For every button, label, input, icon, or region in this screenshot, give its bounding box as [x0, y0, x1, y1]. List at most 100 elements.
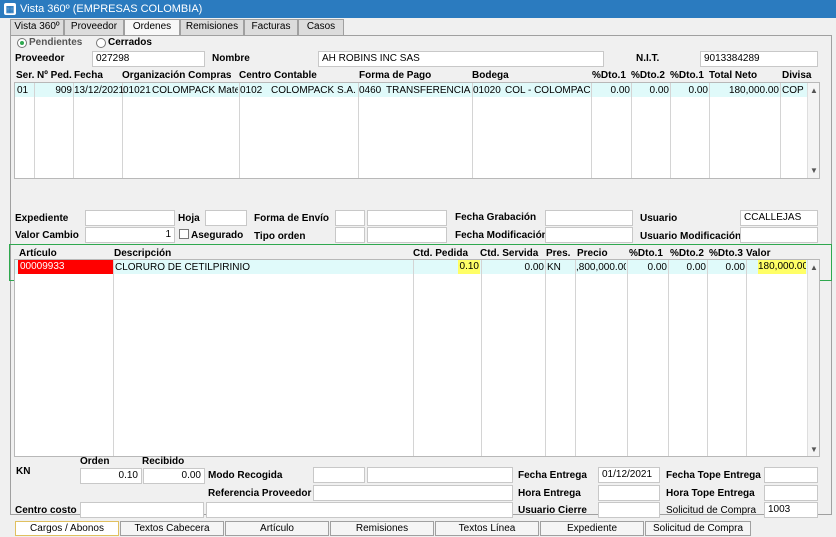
hora-entrega-label: Hora Entrega [518, 488, 581, 499]
order-cc-name: COLOMPACK S.A. (CC [271, 85, 357, 96]
hora-entrega-field[interactable] [598, 485, 660, 501]
usuario-label: Usuario [640, 213, 678, 224]
fecha-entrega-field[interactable]: 01/12/2021 [598, 467, 660, 483]
orders-scrollbar[interactable]: ▲ ▼ [807, 83, 819, 178]
line-descripcion: CLORURO DE CETILPIRINIO [115, 262, 251, 273]
nit-field[interactable]: 9013384289 [700, 51, 818, 67]
order-ped: 909 [55, 85, 72, 96]
tab-textos-linea[interactable]: Textos Línea [435, 521, 539, 536]
fecha-entrega-label: Fecha Entrega [518, 470, 587, 481]
usuario-field[interactable]: CCALLEJAS [740, 210, 818, 226]
proveedor-field[interactable]: 027298 [92, 51, 205, 67]
tab-vista360[interactable]: Vista 360º [10, 19, 64, 35]
col-articulo: Artículo [19, 248, 57, 259]
tab-solicitud-compra[interactable]: Solicitud de Compra [645, 521, 751, 536]
tab-ordenes[interactable]: Ordenes [124, 19, 180, 36]
centro-costo-name[interactable] [206, 502, 513, 518]
expediente-field[interactable] [85, 210, 175, 226]
valor-cambio-label: Valor Cambio [15, 230, 79, 241]
fecha-grabacion-label: Fecha Grabación [455, 212, 537, 223]
fecha-tope-field[interactable] [764, 467, 818, 483]
scroll-down-icon[interactable]: ▼ [808, 165, 819, 177]
usuario-cierre-label: Usuario Cierre [518, 505, 587, 516]
scroll-down-icon[interactable]: ▼ [808, 444, 819, 456]
col-dto1: %Dto.1 [592, 70, 626, 81]
col-org-compras: Organización Compras [122, 70, 232, 81]
col-dto2: %Dto.2 [631, 70, 665, 81]
col-line-dto2: %Dto.2 [670, 248, 704, 259]
line-ctd-pedida: 0.10 [458, 260, 480, 274]
nombre-field[interactable]: AH ROBINS INC SAS [318, 51, 604, 67]
valor-cambio-field[interactable]: 1 [85, 227, 175, 243]
forma-envio-label: Forma de Envío [254, 213, 330, 224]
col-valor: Valor [746, 248, 771, 259]
solicitud-compra-field[interactable]: 1003 [764, 502, 818, 518]
line-dto3: 0.00 [725, 262, 745, 273]
col-forma-pago: Forma de Pago [359, 70, 432, 81]
asegurado-checkbox[interactable] [179, 229, 189, 239]
tab-remisiones[interactable]: Remisiones [180, 19, 244, 35]
asegurado-label: Asegurado [191, 230, 244, 241]
tipo-orden-code[interactable] [335, 227, 365, 243]
fecha-grabacion-field[interactable] [545, 210, 633, 226]
modo-recogida-code[interactable] [313, 467, 365, 483]
centro-costo-code[interactable] [80, 502, 204, 518]
order-bod-code: 01020 [473, 85, 501, 96]
col-descripcion: Descripción [114, 248, 172, 259]
hora-tope-label: Hora Tope Entrega [666, 488, 755, 499]
orders-grid: 01 909 13/12/2021 01021 COLOMPACK Materi… [14, 82, 820, 179]
usuario-modificacion-label: Usuario Modificación [640, 231, 742, 242]
solicitud-compra-label: Solicitud de Compra [666, 505, 757, 516]
fecha-tope-label: Fecha Tope Entrega [666, 470, 761, 481]
order-fecha: 13/12/2021 [74, 85, 125, 96]
order-bod-name: COL - COLOMPACK [505, 85, 590, 96]
orden-field[interactable]: 0.10 [80, 468, 142, 484]
recibido-field[interactable]: 0.00 [143, 468, 205, 484]
col-pres: Pres. [546, 248, 571, 259]
usuario-cierre-field[interactable] [598, 502, 660, 518]
unit-label: KN [16, 466, 31, 477]
forma-envio-code[interactable] [335, 210, 365, 226]
scroll-up-icon[interactable]: ▲ [808, 262, 819, 274]
cerrados-label: Cerrados [108, 37, 152, 48]
tab-casos[interactable]: Casos [298, 19, 344, 35]
hoja-field[interactable] [205, 210, 247, 226]
line-valor: 180,000.00 [758, 260, 806, 274]
tab-expediente[interactable]: Expediente [540, 521, 644, 536]
tab-textos-cabecera[interactable]: Textos Cabecera [120, 521, 224, 536]
forma-envio-name[interactable] [367, 210, 447, 226]
order-ser: 01 [17, 85, 29, 96]
tipo-orden-name[interactable] [367, 227, 447, 243]
modo-recogida-name[interactable] [367, 467, 513, 483]
nit-label: N.I.T. [636, 53, 660, 64]
tab-proveedor[interactable]: Proveedor [64, 19, 124, 35]
order-divisa: COP [782, 85, 804, 96]
tab-facturas[interactable]: Facturas [244, 19, 298, 35]
referencia-proveedor-field[interactable] [313, 485, 513, 501]
order-org-name: COLOMPACK Materias [152, 85, 238, 96]
modo-recogida-label: Modo Recogida [208, 470, 283, 481]
tab-cargos-abonos[interactable]: Cargos / Abonos [15, 521, 119, 536]
col-dto3: %Dto.1 [670, 70, 704, 81]
fecha-modificacion-field[interactable] [545, 227, 633, 243]
scroll-up-icon[interactable]: ▲ [808, 85, 819, 97]
pendientes-label: Pendientes [29, 37, 83, 48]
col-centro-contable: Centro Contable [239, 70, 317, 81]
line-pres: KN [547, 262, 561, 273]
tab-remisiones-bottom[interactable]: Remisiones [330, 521, 434, 536]
usuario-modificacion-field[interactable] [740, 227, 818, 243]
tab-articulo[interactable]: Artículo [225, 521, 329, 536]
lines-scrollbar[interactable]: ▲ ▼ [807, 260, 819, 456]
centro-costo-label: Centro costo [15, 505, 77, 516]
referencia-proveedor-label: Referencia Proveedor [208, 488, 312, 499]
col-total-neto: Total Neto [709, 70, 758, 81]
orden-label: Orden [80, 456, 110, 467]
col-fecha: Fecha [74, 70, 103, 81]
pendientes-radio[interactable] [17, 38, 27, 48]
line-dto1: 0.00 [647, 262, 667, 273]
col-ctd-pedida: Ctd. Pedida [413, 248, 469, 259]
cerrados-radio[interactable] [96, 38, 106, 48]
hora-tope-field[interactable] [764, 485, 818, 501]
hoja-label: Hoja [178, 213, 200, 224]
line-dto2: 0.00 [686, 262, 706, 273]
